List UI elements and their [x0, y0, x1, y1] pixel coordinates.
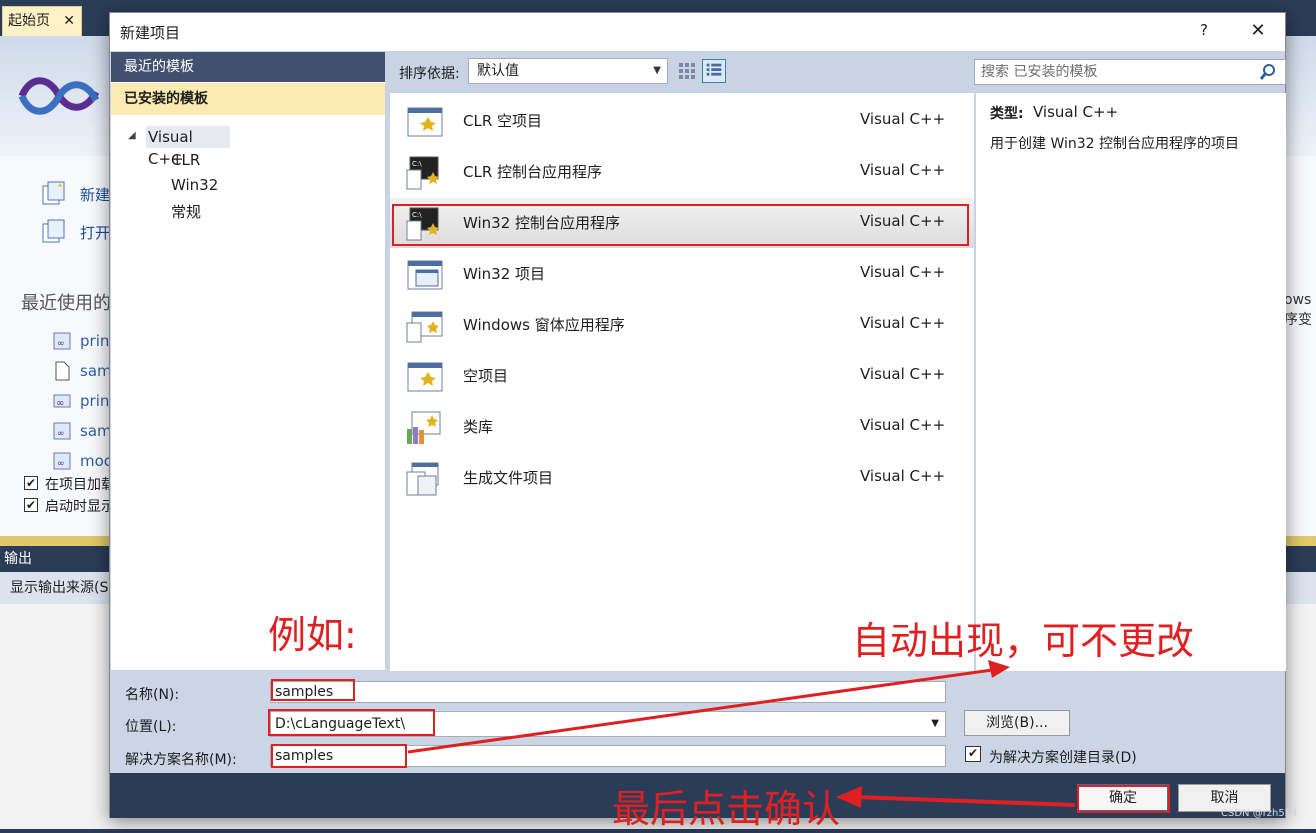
- annotation-box-location: [268, 709, 435, 736]
- template-language: Visual C++: [860, 263, 946, 281]
- template-name: 生成文件项目: [463, 469, 554, 487]
- new-project-link[interactable]: 新建: [80, 184, 110, 205]
- visual-studio-logo: [18, 77, 100, 115]
- right-text-line: ows: [1284, 292, 1312, 308]
- close-icon[interactable]: ✕: [63, 7, 75, 35]
- search-input[interactable]: 搜索 已安装的模板: [974, 59, 1286, 85]
- template-item[interactable]: 类库 Visual C++: [390, 402, 974, 452]
- description-text: 用于创建 Win32 控制台应用程序的项目: [990, 136, 1240, 152]
- makefile-icon: [406, 462, 439, 496]
- template-item[interactable]: CLR 空项目 Visual C++: [390, 96, 974, 146]
- template-item[interactable]: 生成文件项目 Visual C++: [390, 453, 974, 503]
- template-language: Visual C++: [860, 161, 946, 179]
- open-project-link[interactable]: 打开: [80, 222, 110, 243]
- annotation-box-ok: [1077, 785, 1170, 813]
- template-name: Windows 窗体应用程序: [463, 316, 625, 334]
- template-language: Visual C++: [860, 467, 946, 485]
- close-button[interactable]: ✕: [1244, 20, 1272, 44]
- sort-value: 默认值: [477, 63, 519, 79]
- template-list: CLR 空项目 Visual C++ C:\ CLR 控制台应用程序 Visua…: [390, 93, 974, 671]
- template-item[interactable]: Win32 项目 Visual C++: [390, 249, 974, 299]
- right-text-line: 序变: [1284, 312, 1312, 328]
- tree-item-clr[interactable]: CLR: [171, 151, 200, 169]
- tree-expand-icon[interactable]: ◢: [128, 130, 136, 141]
- vs-project-icon: ∞: [52, 331, 72, 351]
- dialog-title: 新建项目: [120, 24, 181, 42]
- console-icon: C:\: [406, 156, 439, 190]
- annotation-box-solution: [271, 744, 407, 768]
- recent-item[interactable]: sam: [80, 362, 112, 380]
- template-item[interactable]: 空项目 Visual C++: [390, 351, 974, 401]
- search-icon[interactable]: [1258, 62, 1278, 82]
- recent-projects-title: 最近使用的: [21, 293, 111, 314]
- chevron-down-icon: ▼: [653, 65, 661, 76]
- svg-text:∞: ∞: [56, 398, 64, 409]
- svg-text:∞: ∞: [57, 339, 65, 349]
- checkbox-label: 启动时显示: [45, 499, 115, 515]
- vs-project-icon: ∞: [52, 451, 72, 471]
- dialog-title-bar: 新建项目 ? ✕: [110, 13, 1285, 51]
- solution-name-label: 解决方案名称(M):: [125, 752, 237, 768]
- annotation-box-name: [271, 679, 355, 701]
- name-field[interactable]: samples: [270, 681, 946, 703]
- svg-text:C:\: C:\: [412, 160, 422, 168]
- sort-label: 排序依据:: [399, 66, 460, 82]
- annotation-example-text: 例如:: [268, 613, 357, 657]
- file-icon: [52, 361, 72, 381]
- recent-item[interactable]: sam: [80, 422, 112, 440]
- annotation-box-selected-template: [392, 204, 969, 246]
- clr-empty-icon: [407, 107, 443, 137]
- tree-item-general[interactable]: 常规: [171, 201, 201, 222]
- template-name: 类库: [463, 418, 494, 436]
- show-on-startup-checkbox[interactable]: ✔: [24, 498, 38, 512]
- chevron-down-icon[interactable]: ▼: [931, 712, 939, 736]
- create-directory-label: 为解决方案创建目录(D): [989, 750, 1137, 766]
- installed-templates-item[interactable]: 已安装的模板: [111, 83, 385, 115]
- vs-solution-icon: ∞: [52, 391, 72, 411]
- template-name: Win32 项目: [463, 265, 546, 283]
- sort-dropdown[interactable]: 默认值 ▼: [468, 58, 668, 84]
- window-icon: [407, 260, 443, 290]
- new-project-icon[interactable]: [40, 180, 66, 210]
- vs-project-icon: ∞: [52, 421, 72, 441]
- library-icon: [407, 411, 441, 444]
- template-description-panel: 类型: Visual C++ 用于创建 Win32 控制台应用程序的项目: [976, 93, 1286, 671]
- svg-text:∞: ∞: [57, 459, 65, 469]
- tree-item-visual-cpp[interactable]: Visual C++: [146, 126, 230, 168]
- type-label: 类型:: [990, 106, 1024, 122]
- open-project-icon[interactable]: [40, 218, 66, 248]
- checkbox-label: 在项目加载: [45, 477, 115, 493]
- start-page-tab[interactable]: 起始页 ✕: [2, 6, 82, 36]
- template-language: Visual C++: [860, 365, 946, 383]
- recent-templates-item[interactable]: 最近的模板: [111, 52, 385, 82]
- template-category-panel: 最近的模板 已安装的模板 ◢ Visual C++ CLR Win32 常规: [111, 52, 385, 670]
- template-name: CLR 空项目: [463, 112, 543, 130]
- template-language: Visual C++: [860, 314, 946, 332]
- template-item[interactable]: Windows 窗体应用程序 Visual C++: [390, 300, 974, 350]
- template-name: CLR 控制台应用程序: [463, 163, 603, 181]
- empty-project-icon: [407, 362, 443, 392]
- details-view-icon[interactable]: [702, 59, 726, 83]
- svg-text:∞: ∞: [57, 429, 65, 439]
- close-page-checkbox[interactable]: ✔: [24, 476, 38, 490]
- start-tab-label: 起始页: [8, 13, 50, 29]
- start-page-right-text: ows 序变: [1284, 290, 1312, 330]
- create-directory-checkbox[interactable]: ✔: [965, 746, 981, 762]
- annotation-confirm-text: 最后点击确认: [612, 787, 841, 831]
- name-label: 名称(N):: [125, 687, 180, 703]
- recent-item[interactable]: moc: [80, 452, 112, 470]
- small-icons-view-icon[interactable]: [677, 60, 697, 82]
- watermark: CSDN @rzh554: [1221, 808, 1298, 819]
- tree-item-win32[interactable]: Win32: [171, 176, 218, 194]
- template-language: Visual C++: [860, 110, 946, 128]
- template-name: 空项目: [463, 367, 509, 385]
- browse-button[interactable]: 浏览(B)...: [964, 710, 1070, 736]
- annotation-auto-text: 自动出现，可不更改: [852, 619, 1195, 663]
- template-item[interactable]: C:\ CLR 控制台应用程序 Visual C++: [390, 147, 974, 197]
- help-button[interactable]: ?: [1192, 21, 1216, 43]
- template-language: Visual C++: [860, 416, 946, 434]
- type-value: Visual C++: [1033, 103, 1119, 121]
- location-label: 位置(L):: [125, 719, 177, 735]
- forms-icon: [406, 311, 443, 343]
